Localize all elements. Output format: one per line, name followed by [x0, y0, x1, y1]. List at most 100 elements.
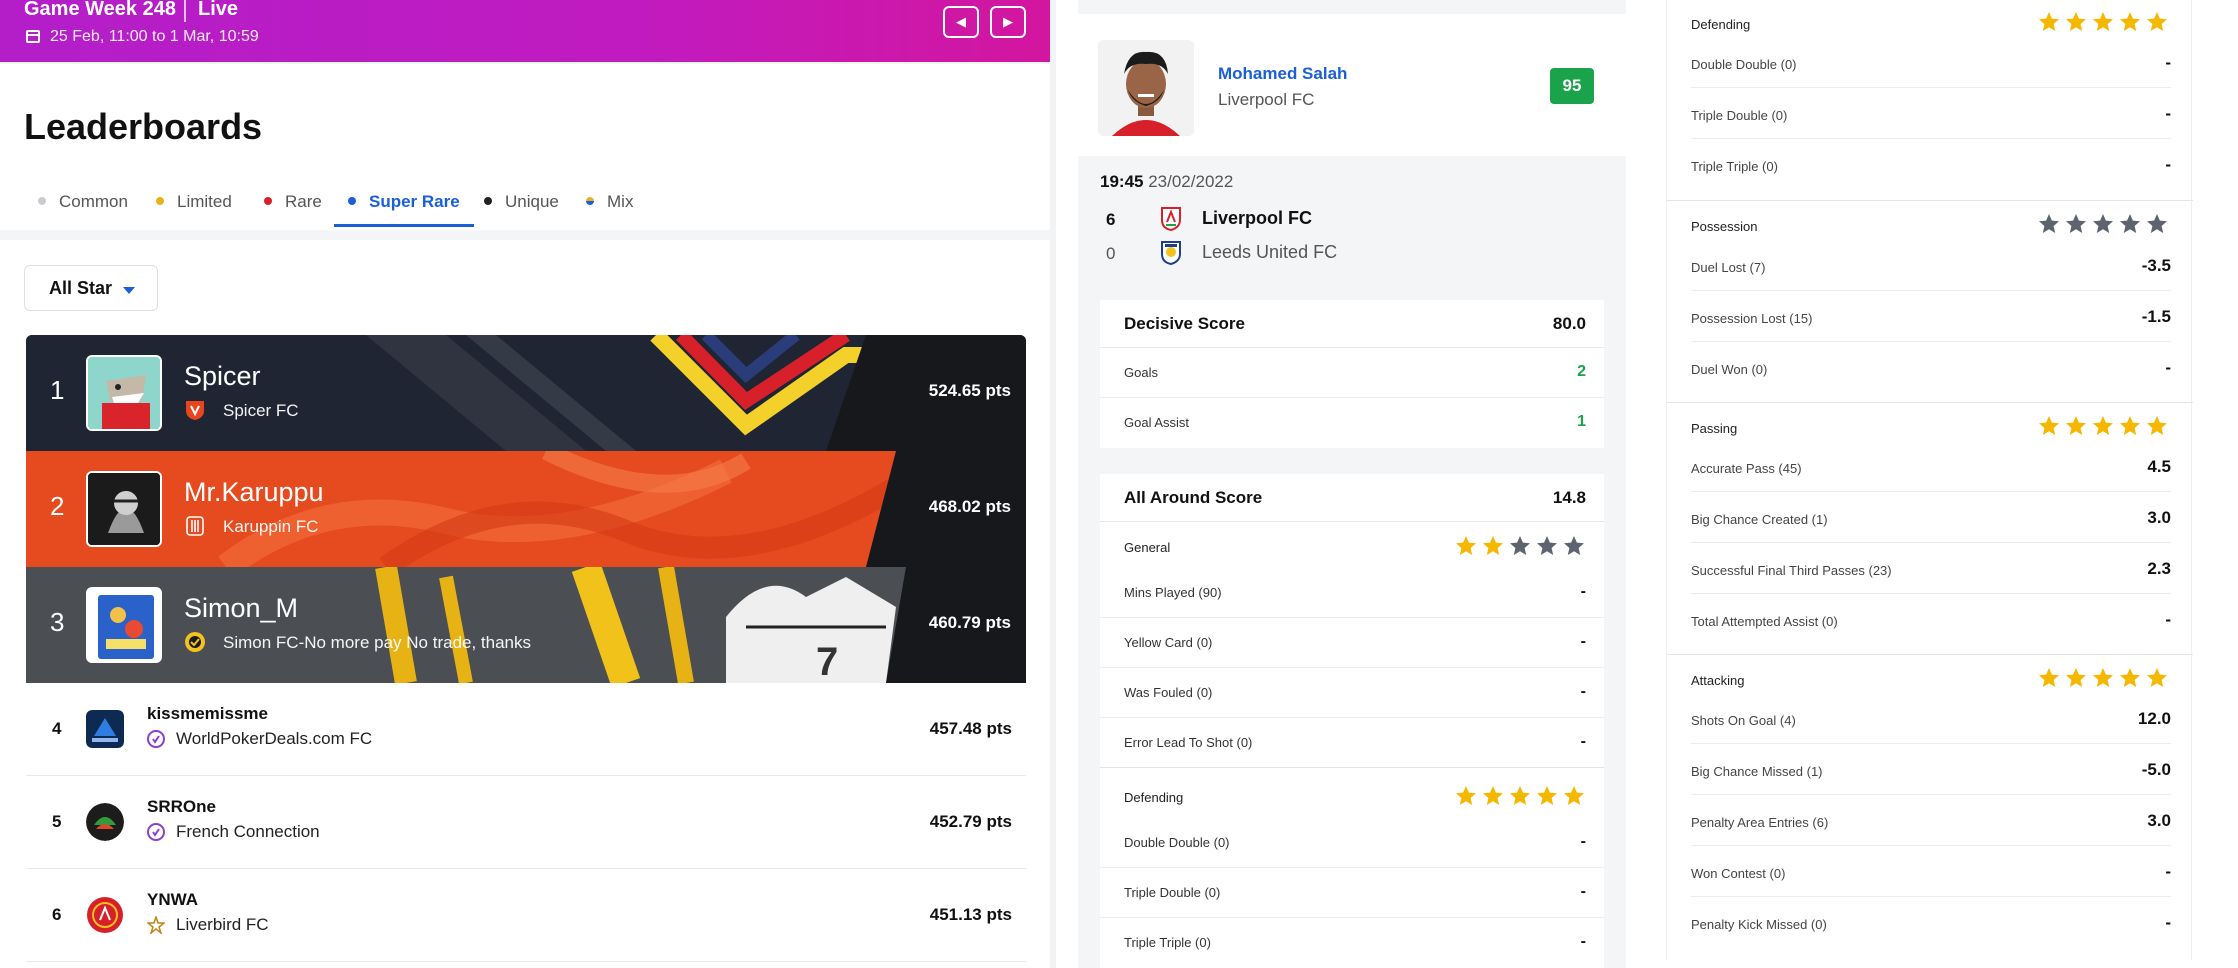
star-rating [2034, 666, 2169, 690]
star-filled-icon [2093, 12, 2113, 31]
chevron-left-icon: ◀ [956, 14, 966, 29]
manager-name: kissmemissme [147, 704, 268, 723]
star-filled-icon [2039, 668, 2059, 687]
avatar [86, 896, 124, 934]
all-around-score-label: All Around Score [1124, 488, 1263, 507]
all-around-score-block: All Around Score 14.8 General Mins Playe… [1100, 474, 1604, 968]
club-name: French Connection [176, 822, 320, 841]
leaderboard-row[interactable]: 5 SRROne French Connection 452.79 pts [26, 776, 1026, 869]
tab-label: Super Rare [369, 192, 460, 211]
stat-row: Total Attempted Assist (0) - [1691, 594, 2171, 645]
stat-row: Yellow Card (0) - [1100, 618, 1604, 668]
previous-gameweek-button[interactable]: ◀ [943, 6, 979, 38]
points: 524.65 pts [928, 381, 1011, 400]
tab-rare[interactable]: Rare [264, 192, 322, 212]
leaderboard-row[interactable]: 6 YNWA Liverbird FC 451.13 pts [26, 869, 1026, 962]
rank: 4 [52, 719, 62, 738]
stat-label: Goal Assist [1124, 415, 1190, 430]
stat-value: - [2165, 862, 2171, 881]
rarity-dot-icon [264, 197, 272, 205]
decisive-score-header: Decisive Score 80.0 [1100, 300, 1604, 348]
star-filled-icon [2147, 12, 2167, 31]
home-team: Liverpool FC [1202, 208, 1313, 228]
active-tab-indicator [334, 224, 474, 227]
star-rating [1451, 784, 1586, 808]
stat-label: Successful Final Third Passes (23) [1691, 563, 1892, 578]
gameweek-dates: 25 Feb, 11:00 to 1 Mar, 10:59 [50, 28, 259, 45]
points: 468.02 pts [928, 497, 1011, 516]
page-title: Leaderboards [24, 106, 263, 147]
club-name: Liverbird FC [176, 915, 269, 934]
points: 451.13 pts [929, 905, 1012, 924]
stat-row: Possession Lost (15) -1.5 [1691, 291, 2171, 342]
star-filled-icon [1510, 786, 1530, 805]
rarity-dot-icon [38, 197, 46, 205]
tab-label: Limited [177, 192, 232, 211]
tab-unique[interactable]: Unique [484, 192, 559, 212]
stat-value: - [2165, 53, 2171, 72]
category-label: Possession [1691, 219, 1758, 234]
league-filter-dropdown[interactable]: All Star [24, 265, 158, 311]
rarity-dot-icon [348, 197, 356, 205]
star-filled-icon [2147, 668, 2167, 687]
stat-label: Big Chance Missed (1) [1691, 764, 1823, 779]
filter-label: All Star [49, 278, 113, 298]
player-score-badge: 95 [1550, 68, 1594, 104]
star-filled-icon [2120, 668, 2140, 687]
stat-row: Successful Final Third Passes (23) 2.3 [1691, 543, 2171, 594]
star-filled-icon [2093, 668, 2113, 687]
player-name-link[interactable]: Mohamed Salah [1218, 64, 1347, 84]
club-crest-icon [185, 632, 205, 652]
stat-label: Double Double (0) [1124, 835, 1230, 850]
away-score: 0 [1106, 244, 1116, 263]
leaderboard-row-top3[interactable]: 7 3 Simon_M Simon FC-No more pay No trad… [26, 567, 1026, 683]
manager-name: SRROne [147, 797, 216, 816]
tab-mix[interactable]: Mix [586, 192, 633, 212]
stat-label: Big Chance Created (1) [1691, 512, 1828, 527]
rank: 5 [52, 812, 62, 831]
gameweek-header: Game Week 248 Live 25 Feb, 11:00 to 1 Ma… [0, 0, 1050, 62]
stat-value: 2.3 [2147, 559, 2171, 578]
stat-value: - [1580, 833, 1586, 850]
stat-value: -1.5 [2141, 307, 2171, 326]
rarity-dot-icon [586, 197, 594, 205]
manager-name: YNWA [147, 890, 198, 909]
club-crest-icon [147, 916, 165, 934]
tab-super-rare[interactable]: Super Rare [348, 192, 460, 212]
leaderboard-row[interactable]: 4 kissmemissme WorldPokerDeals.com FC 45… [26, 683, 1026, 776]
rank: 2 [50, 491, 65, 521]
tab-limited[interactable]: Limited [156, 192, 232, 212]
star-rating [1451, 534, 1586, 558]
category-label: Attacking [1691, 673, 1745, 688]
category-label: Defending [1124, 790, 1184, 805]
star-filled-icon [1483, 786, 1503, 805]
section-divider [1667, 200, 2193, 201]
stat-value: 1 [1577, 413, 1586, 430]
stat-row: Goals 2 [1100, 348, 1604, 398]
tab-common[interactable]: Common [38, 192, 128, 212]
card-background-art [26, 451, 926, 567]
avatar [86, 803, 124, 841]
points: 457.48 pts [929, 719, 1012, 738]
stat-row: Penalty Kick Missed (0) - [1691, 897, 2171, 948]
star-filled-icon [1564, 786, 1584, 805]
star-empty-icon [1510, 536, 1530, 555]
header-divider [184, 0, 186, 22]
stat-label: Triple Triple (0) [1124, 935, 1211, 950]
stat-label: Duel Lost (7) [1691, 260, 1766, 275]
stat-label: Yellow Card (0) [1124, 635, 1213, 650]
leaderboard-row-top2[interactable]: 2 Mr.Karuppu Karuppin FC 468.02 pts [26, 451, 1026, 567]
star-rating [2034, 414, 2169, 438]
stat-label: Triple Double (0) [1691, 108, 1788, 123]
stat-value: -5.0 [2141, 760, 2171, 779]
chevron-right-icon: ▶ [1003, 14, 1013, 29]
stat-row: Mins Played (90) - [1100, 568, 1604, 618]
stat-value: - [2165, 358, 2171, 377]
match-date: 23/02/2022 [1148, 172, 1234, 191]
stat-row: Double Double (0) - [1100, 818, 1604, 868]
next-gameweek-button[interactable]: ▶ [990, 6, 1026, 38]
stat-value: 3.0 [2147, 811, 2171, 830]
avatar [86, 471, 162, 547]
leaderboard-row-top1[interactable]: 1 Spicer Spicer FC 524.65 pts [26, 335, 1026, 451]
stat-row: Won Contest (0) - [1691, 846, 2171, 897]
